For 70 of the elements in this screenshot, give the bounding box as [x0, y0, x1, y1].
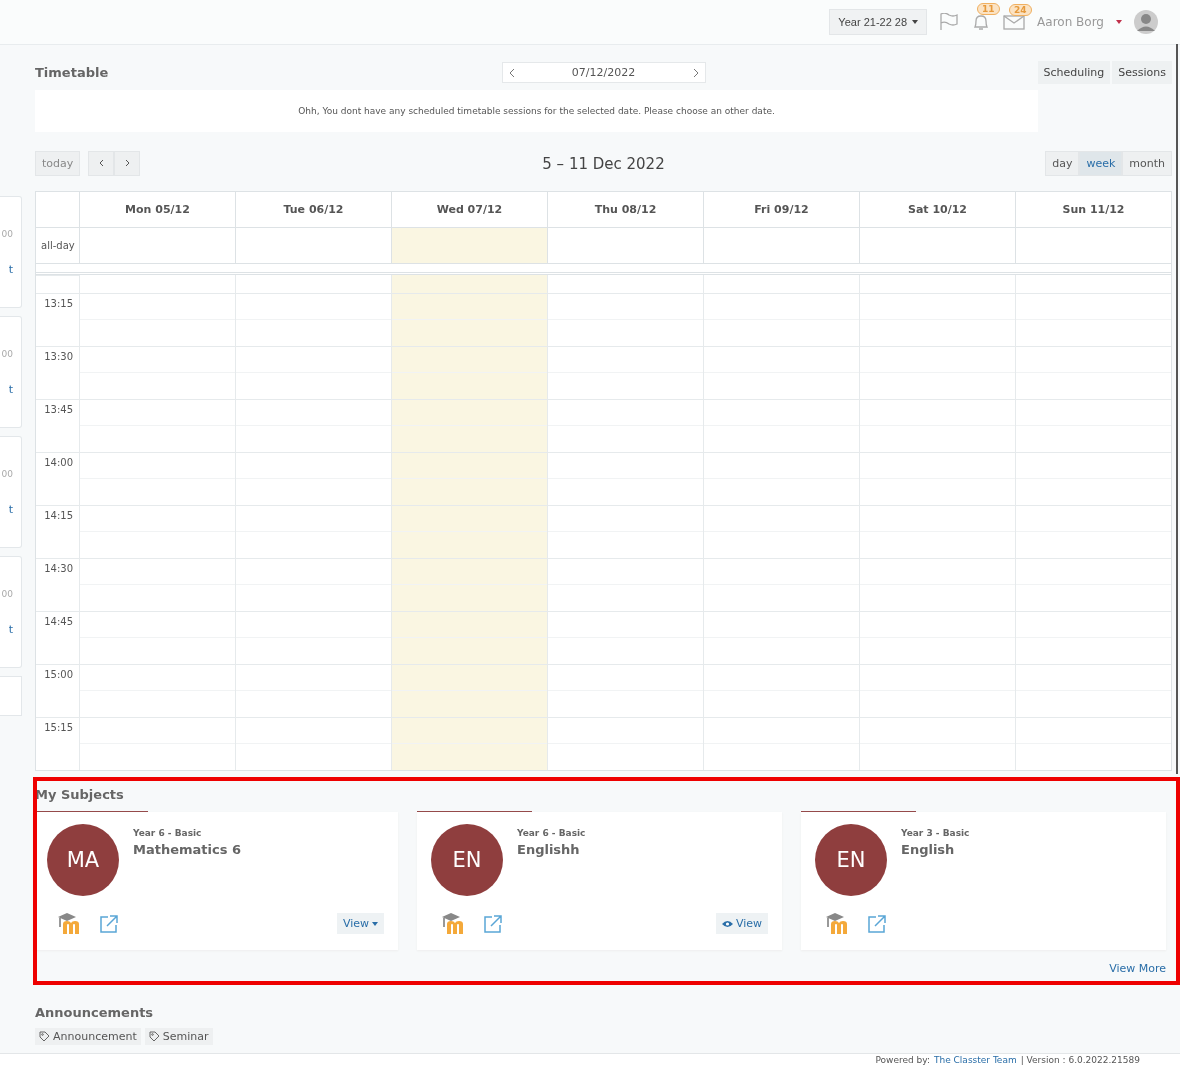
view-button[interactable]: View — [336, 913, 384, 934]
avatar-silhouette-icon[interactable] — [1134, 10, 1158, 34]
flag-icon[interactable] — [939, 13, 960, 31]
all-day-label: all-day — [36, 228, 79, 264]
view-button[interactable]: month — [1122, 151, 1172, 176]
day-header: Wed 07/12 — [436, 203, 503, 216]
time-text: 00 — [1, 228, 13, 239]
message-count: 24 — [1009, 4, 1032, 16]
external-link-icon[interactable] — [99, 913, 119, 934]
tab[interactable]: Sessions — [1112, 61, 1172, 84]
day-header: Fri 09/12 — [754, 203, 809, 216]
day-header: Sat 10/12 — [907, 203, 968, 216]
day-header: Mon 05/12 — [125, 203, 190, 216]
time-label: 15:15 — [44, 722, 73, 733]
chevron-left-icon[interactable] — [508, 67, 515, 78]
chevron-right-icon — [124, 159, 130, 167]
subject-name[interactable]: English — [901, 842, 1152, 857]
side-link[interactable]: t — [8, 502, 13, 516]
day-header: Thu 08/12 — [594, 203, 657, 216]
notification-count: 11 — [977, 3, 1000, 15]
day-header: Sun 11/12 — [1062, 203, 1125, 216]
team-link[interactable]: The Classter Team — [934, 1054, 1017, 1065]
time-label: 13:15 — [44, 298, 73, 309]
envelope-icon[interactable] — [1003, 13, 1026, 31]
version-text: | Version : 6.0.2022.21589 — [1020, 1054, 1140, 1065]
subject-initials-avatar: EN — [815, 824, 887, 896]
subject-level: Year 6 - Basic — [133, 828, 203, 838]
tag-icon — [39, 1031, 50, 1042]
tag-filter[interactable]: Announcement — [35, 1028, 141, 1045]
powered-by-text: Powered by: — [875, 1054, 930, 1065]
view-more-link[interactable]: View More — [1109, 962, 1166, 975]
view-button[interactable]: View — [715, 913, 768, 934]
day-header: Tue 06/12 — [283, 203, 344, 216]
subject-name[interactable]: Englishh — [517, 842, 768, 857]
timetable-title: Timetable — [35, 65, 110, 80]
side-link[interactable]: t — [8, 262, 13, 276]
subject-level: Year 6 - Basic — [517, 828, 587, 838]
today-button[interactable]: today — [35, 151, 81, 176]
time-label: 14:30 — [44, 563, 73, 574]
side-link[interactable]: t — [8, 622, 13, 636]
subject-name[interactable]: Mathematics 6 — [133, 842, 384, 857]
view-button[interactable]: week — [1079, 151, 1123, 176]
subject-initials-avatar: MA — [47, 824, 119, 896]
time-label: 14:15 — [44, 510, 73, 521]
time-label: 14:45 — [44, 616, 73, 627]
time-label: 13:45 — [44, 404, 73, 415]
tag-icon — [148, 1031, 160, 1042]
view-button[interactable]: day — [1045, 151, 1080, 176]
tab[interactable]: Scheduling — [1037, 61, 1111, 84]
side-link[interactable]: t — [8, 382, 13, 396]
date-range-title: 5 – 11 Dec 2022 — [542, 154, 665, 173]
date-picker[interactable]: 07/12/2022 — [501, 62, 706, 83]
time-label: 13:30 — [44, 351, 73, 362]
subject-initials-avatar: EN — [431, 824, 503, 896]
year-selector[interactable]: Year 21-22 28 — [829, 9, 928, 35]
tag-filter[interactable]: Seminar — [144, 1028, 213, 1045]
section-title: Announcements — [35, 1005, 155, 1020]
time-text: 00 — [1, 588, 13, 599]
chevron-right-icon[interactable] — [692, 67, 699, 78]
time-label: 14:00 — [44, 457, 73, 468]
external-link-icon[interactable] — [867, 913, 887, 934]
empty-message: Ohh, You dont have any scheduled timetable sessions for the selected date. Please choose an other date. — [35, 90, 1038, 132]
eye-icon — [721, 919, 733, 928]
time-text: 00 — [1, 468, 13, 479]
external-link-icon[interactable] — [483, 913, 503, 934]
caret-icon[interactable] — [1116, 20, 1122, 24]
chevron-left-icon — [98, 159, 104, 167]
subject-level: Year 3 - Basic — [901, 828, 971, 838]
time-label: 15:00 — [44, 669, 73, 680]
time-text: 00 — [1, 348, 13, 359]
